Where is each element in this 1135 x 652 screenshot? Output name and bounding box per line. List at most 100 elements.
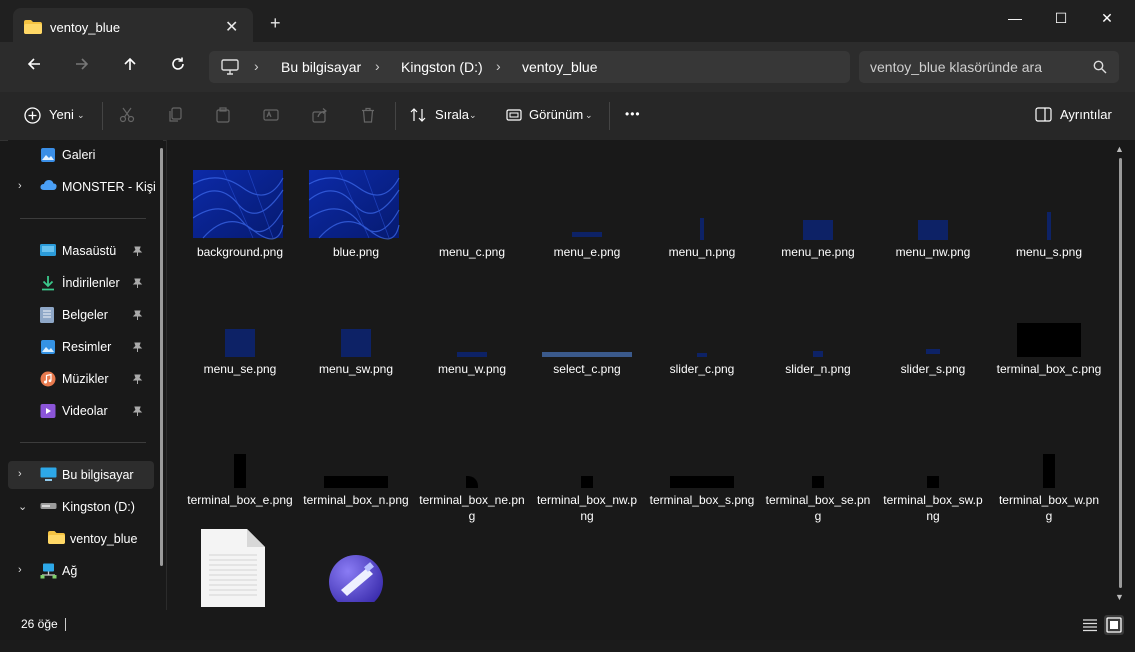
search-box[interactable]: ventoy_blue klasöründe ara [859,51,1119,83]
sidebar-item-pictures[interactable]: Resimler [8,333,154,361]
new-icon[interactable] [24,107,41,127]
file-thumbnail [649,287,755,357]
large-icons-view-button[interactable] [1104,615,1124,635]
chevron-right-icon[interactable]: › [18,180,22,192]
file-item[interactable]: terminal_box_se.png [765,418,871,538]
file-item[interactable]: select_c.png [534,287,640,407]
file-name: terminal_box_ne.png [419,493,525,523]
computer-icon [221,59,239,78]
file-item[interactable]: background.png [187,170,293,290]
rename-icon[interactable] [263,107,279,126]
file-item[interactable]: slider_s.png [880,287,986,407]
more-options-button[interactable]: ••• [625,107,641,121]
file-name: terminal_box_s.png [649,493,755,507]
back-button[interactable] [22,56,46,78]
folder-icon [48,531,65,547]
paste-icon[interactable] [215,107,231,126]
sort-icon[interactable] [410,107,426,126]
view-icon[interactable] [506,107,522,126]
sidebar-item-gallery[interactable]: Galeri [8,141,154,169]
file-item[interactable]: menu_w.png [419,287,525,407]
pin-icon[interactable] [132,341,143,356]
sidebar-item-network[interactable]: › Ağ [8,557,154,585]
new-tab-button[interactable]: + [270,14,281,32]
file-item[interactable]: terminal_box_s.png [649,418,755,538]
file-item[interactable]: terminal_box_ne.png [419,418,525,538]
file-item[interactable]: menu_e.png [534,170,640,290]
share-icon[interactable] [312,107,328,126]
sidebar-item-documents[interactable]: Belgeler [8,301,154,329]
details-pane-icon[interactable] [1035,107,1052,125]
file-item[interactable]: blue.png [303,170,409,290]
file-thumbnail [765,287,871,357]
pin-icon[interactable] [132,373,143,388]
content-scrollbar[interactable] [1119,158,1122,588]
chevron-down-icon[interactable]: ⌄ [18,500,27,513]
file-item[interactable]: menu_nw.png [880,170,986,290]
new-button[interactable]: Yeni [49,107,74,122]
file-item[interactable]: terminal_box_c.png [996,287,1102,407]
file-item[interactable]: terminal_box_sw.png [880,418,986,538]
close-window-button[interactable]: ✕ [1095,10,1119,30]
file-item[interactable]: slider_n.png [765,287,871,407]
pin-icon[interactable] [132,309,143,324]
details-button[interactable]: Ayrıntılar [1060,107,1112,122]
close-tab-icon[interactable]: ✕ [225,17,238,37]
file-item[interactable]: menu_ne.png [765,170,871,290]
chevron-right-icon[interactable]: › [18,564,22,576]
file-name: slider_s.png [900,362,966,376]
file-item[interactable]: menu_n.png [649,170,755,290]
up-button[interactable] [118,56,142,78]
file-item[interactable]: menu_s.png [996,170,1102,290]
sidebar-item-downloads[interactable]: İndirilenler [8,269,154,297]
address-bar[interactable]: › Bu bilgisayar › Kingston (D:) › ventoy… [209,51,850,83]
file-item[interactable]: menu_c.png [419,170,525,290]
file-name: menu_n.png [668,245,736,259]
file-item[interactable]: terminal_box_w.png [996,418,1102,538]
divider [102,102,103,130]
sidebar-item-desktop[interactable]: Masaüstü [8,237,154,265]
pin-icon[interactable] [132,245,143,260]
cut-icon[interactable] [119,107,135,126]
scroll-down-arrow-icon[interactable]: ▼ [1115,592,1124,602]
sidebar-item-ventoy-blue[interactable]: ventoy_blue [8,525,154,553]
breadcrumb-ventoy-blue[interactable]: ventoy_blue [522,59,598,75]
breadcrumb-this-pc[interactable]: Bu bilgisayar [281,59,361,75]
pin-icon[interactable] [132,405,143,420]
file-item[interactable]: terminal_box_nw.png [534,418,640,538]
delete-icon[interactable] [360,107,376,126]
file-thumbnail [649,418,755,488]
sidebar-item-onedrive[interactable]: › MONSTER - Kişi [8,173,156,201]
file-thumbnail [419,287,525,357]
refresh-button[interactable] [166,56,190,78]
sidebar-item-music[interactable]: Müzikler [8,365,154,393]
breadcrumb-kingston[interactable]: Kingston (D:) [401,59,483,75]
view-button[interactable]: Görünüm [529,107,583,122]
chevron-right-icon[interactable]: › [18,468,22,480]
pictures-icon [40,339,56,358]
minimize-button[interactable]: — [1003,10,1027,30]
details-view-button[interactable] [1080,615,1100,635]
file-item[interactable]: slider_c.png [649,287,755,407]
file-item[interactable]: menu_se.png [187,287,293,407]
divider [20,442,146,443]
sidebar-scrollbar[interactable] [160,148,163,566]
file-explorer-window: ventoy_blue ✕ + — ☐ ✕ › Bu bilgisayar › … [0,0,1135,640]
sidebar-item-this-pc[interactable]: › Bu bilgisayar [8,461,154,489]
scroll-up-arrow-icon[interactable]: ▲ [1115,144,1124,154]
forward-button[interactable] [70,56,94,78]
pin-icon[interactable] [132,277,143,292]
copy-icon[interactable] [167,107,183,126]
sidebar-item-kingston[interactable]: ⌄ Kingston (D:) [8,493,154,521]
status-divider [65,618,66,631]
sidebar-item-videos[interactable]: Videolar [8,397,154,425]
file-item[interactable]: terminal_box_e.png [187,418,293,538]
maximize-button[interactable]: ☐ [1049,10,1073,30]
file-item[interactable]: menu_sw.png [303,287,409,407]
network-icon [40,563,57,582]
file-item[interactable]: terminal_box_n.png [303,418,409,538]
breadcrumb-separator: › [375,58,380,74]
sort-button[interactable]: Sırala [435,107,469,122]
music-icon [40,371,56,390]
tab-ventoy-blue[interactable]: ventoy_blue ✕ [13,8,253,46]
